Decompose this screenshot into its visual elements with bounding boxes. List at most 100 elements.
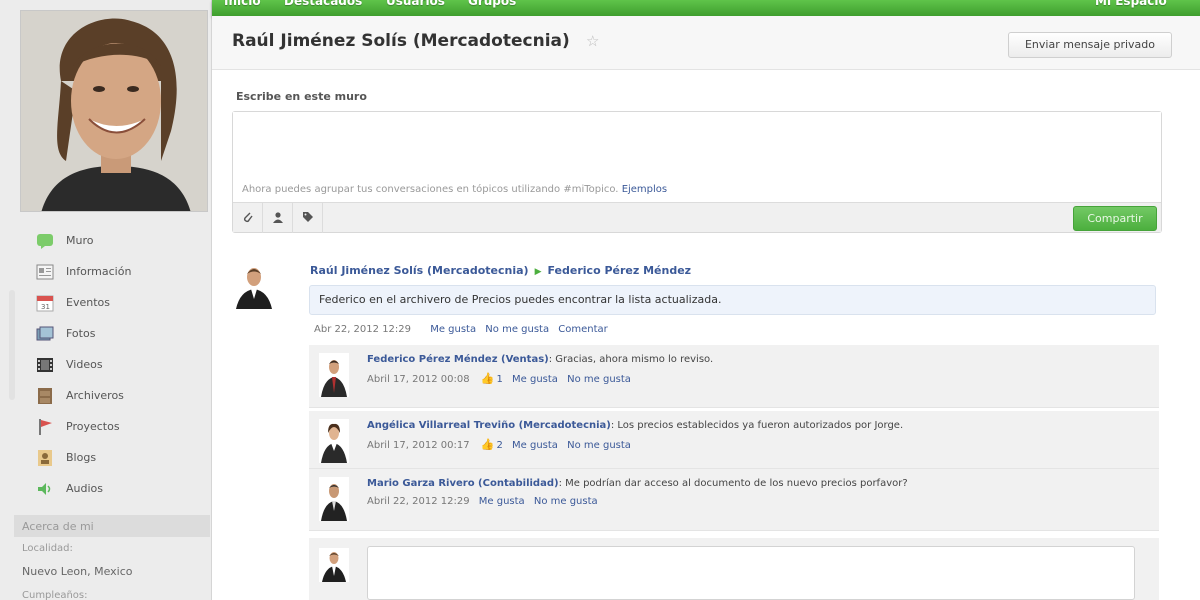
birthday-label: Cumpleaños: (22, 590, 88, 600)
sidebar-item-muro[interactable]: Muro (24, 225, 209, 256)
page-title: Raúl Jiménez Solís (Mercadotecnia) (232, 31, 570, 51)
thumbs-up-icon: 👍 (480, 438, 495, 451)
sidebar-item-label: Audios (66, 482, 103, 495)
comment-author-link[interactable]: Angélica Villarreal Treviño (Mercadotecn… (367, 420, 611, 431)
tag-person-button[interactable] (263, 203, 293, 233)
top-navigation: Inicio Destacados Usuarios Grupos Mi Esp… (212, 0, 1200, 16)
comment-text: Angélica Villarreal Treviño (Mercadotecn… (367, 420, 903, 431)
post-date: Abr 22, 2012 12:29 (314, 324, 412, 335)
sidebar-item-proyectos[interactable]: Proyectos (24, 411, 209, 442)
wall-input[interactable]: Ahora puedes agrupar tus conversaciones … (233, 112, 1161, 202)
post-recipient-link[interactable]: Federico Pérez Méndez (547, 264, 691, 277)
profile-header: Raúl Jiménez Solís (Mercadotecnia) ☆ Env… (212, 16, 1200, 70)
reply-composer (309, 538, 1159, 600)
archive-icon (36, 387, 54, 405)
tag-icon (302, 211, 314, 226)
comment-meta: Abril 17, 2012 00:17 👍 2 Me gusta No me g… (367, 438, 631, 451)
comment-author-link[interactable]: Federico Pérez Méndez (Ventas) (367, 354, 549, 365)
examples-link[interactable]: Ejemplos (622, 184, 667, 195)
svg-text:31: 31 (41, 303, 50, 311)
sidebar-item-label: Información (66, 265, 132, 278)
sidebar-item-label: Muro (66, 234, 94, 247)
private-message-button[interactable]: Enviar mensaje privado (1008, 32, 1172, 58)
sidebar-item-archiveros[interactable]: Archiveros (24, 380, 209, 411)
reply-input[interactable] (367, 546, 1135, 600)
sidebar-scrollbar[interactable] (9, 290, 15, 400)
nav-grupos[interactable]: Grupos (468, 0, 516, 8)
comment-item: Federico Pérez Méndez (Ventas): Gracias,… (309, 345, 1159, 408)
nav-usuarios[interactable]: Usuarios (386, 0, 445, 8)
sidebar-item-label: Archiveros (66, 389, 124, 402)
comment-meta: Abril 22, 2012 12:29 Me gusta No me gust… (367, 496, 598, 507)
comment-author-link[interactable]: Mario Garza Rivero (Contabilidad) (367, 478, 559, 489)
dislike-link[interactable]: No me gusta (567, 440, 631, 451)
like-link[interactable]: Me gusta (512, 440, 558, 451)
dislike-link[interactable]: No me gusta (567, 374, 631, 385)
avatar[interactable] (319, 419, 349, 463)
comment-text: Federico Pérez Méndez (Ventas): Gracias,… (367, 354, 713, 365)
nav-inicio[interactable]: Inicio (224, 0, 261, 8)
blog-icon (36, 449, 54, 467)
comment-item: Angélica Villarreal Treviño (Mercadotecn… (309, 411, 1159, 469)
sidebar-nav: Muro Información 31 Eventos Fotos Videos (24, 225, 209, 504)
info-icon (36, 263, 54, 281)
sidebar-item-blogs[interactable]: Blogs (24, 442, 209, 473)
nav-mi-espacio[interactable]: Mi Espacio (1095, 0, 1167, 8)
avatar[interactable] (319, 353, 349, 397)
arrow-right-icon: ▶ (534, 267, 542, 277)
comment-link[interactable]: Comentar (558, 324, 608, 335)
like-link[interactable]: Me gusta (430, 324, 476, 335)
sidebar-item-label: Videos (66, 358, 103, 371)
nav-destacados[interactable]: Destacados (284, 0, 362, 8)
location-label: Localidad: (22, 543, 73, 554)
post-author-link[interactable]: Raúl Jiménez Solís (Mercadotecnia) (310, 264, 529, 277)
comment-body: : Los precios establecidos ya fueron aut… (610, 420, 904, 431)
sidebar-item-audios[interactable]: Audios (24, 473, 209, 504)
person-icon (272, 211, 284, 226)
sidebar-item-eventos[interactable]: 31 Eventos (24, 287, 209, 318)
thumbs-up-icon: 👍 (480, 372, 495, 385)
calendar-icon: 31 (36, 294, 54, 312)
wall-toolbar: Compartir (233, 202, 1161, 233)
comment-body: : Me podrían dar acceso al documento de … (558, 478, 908, 489)
attach-button[interactable] (233, 203, 263, 233)
sidebar-item-informacion[interactable]: Información (24, 256, 209, 287)
sidebar-item-videos[interactable]: Videos (24, 349, 209, 380)
star-icon[interactable]: ☆ (586, 32, 599, 50)
comment-text: Mario Garza Rivero (Contabilidad): Me po… (367, 478, 908, 489)
left-sidebar: Muro Información 31 Eventos Fotos Videos (0, 0, 212, 600)
comment-date: Abril 17, 2012 00:08 (367, 374, 470, 385)
sidebar-item-label: Proyectos (66, 420, 120, 433)
photos-icon (36, 325, 54, 343)
comment-body: : Gracias, ahora mismo lo reviso. (548, 354, 714, 365)
tag-button[interactable] (293, 203, 323, 233)
video-icon (36, 356, 54, 374)
wall-hint: Ahora puedes agrupar tus conversaciones … (242, 184, 619, 195)
avatar (319, 548, 349, 582)
share-button[interactable]: Compartir (1073, 206, 1157, 231)
sidebar-item-fotos[interactable]: Fotos (24, 318, 209, 349)
dislike-link[interactable]: No me gusta (534, 496, 598, 507)
paperclip-icon (242, 211, 254, 226)
like-link[interactable]: Me gusta (512, 374, 558, 385)
comment-meta: Abril 17, 2012 00:08 👍 1 Me gusta No me g… (367, 372, 631, 385)
dislike-link[interactable]: No me gusta (485, 324, 549, 335)
location-value: Nuevo Leon, Mexico (22, 565, 133, 578)
wall-composer: Ahora puedes agrupar tus conversaciones … (232, 111, 1162, 233)
like-link[interactable]: Me gusta (479, 496, 525, 507)
avatar[interactable] (232, 259, 276, 309)
post-meta: Abr 22, 2012 12:29 Me gusta No me gusta … (314, 324, 608, 335)
about-header: Acerca de mi (14, 515, 210, 537)
sidebar-item-label: Fotos (66, 327, 96, 340)
sidebar-item-label: Blogs (66, 451, 97, 464)
main-content: Raúl Jiménez Solís (Mercadotecnia) ☆ Env… (212, 16, 1200, 600)
comment-date: Abril 22, 2012 12:29 (367, 496, 470, 507)
comment-item: Mario Garza Rivero (Contabilidad): Me po… (309, 469, 1159, 531)
post-text: Federico en el archivero de Precios pued… (309, 285, 1156, 315)
sidebar-item-label: Eventos (66, 296, 110, 309)
like-count: 2 (496, 440, 503, 451)
audio-icon (36, 480, 54, 498)
post-header: Raúl Jiménez Solís (Mercadotecnia) ▶ Feder… (310, 264, 691, 277)
avatar[interactable] (319, 477, 349, 521)
profile-photo (20, 10, 208, 212)
